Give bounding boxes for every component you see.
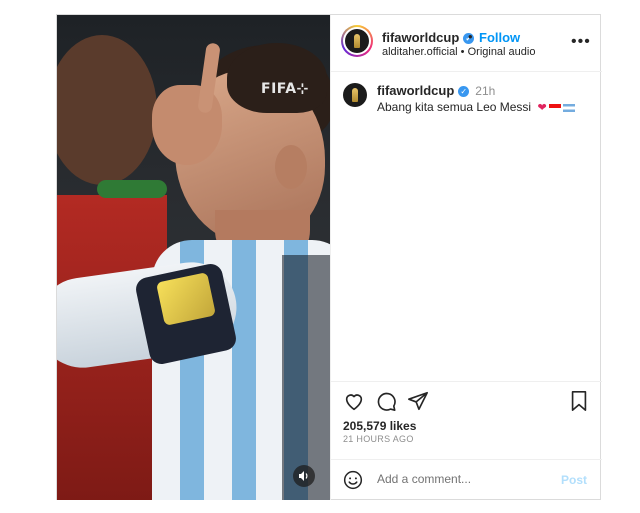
post-container: FIFA⊹ fifaworldcup ✓ • Follow alditaher.o… — [56, 14, 602, 500]
emoji-button[interactable] — [343, 470, 363, 490]
heart-emoji-icon: ❤ — [537, 102, 547, 114]
paper-plane-icon — [408, 391, 428, 411]
caption-time: 21h — [475, 84, 496, 98]
share-button[interactable] — [407, 390, 429, 412]
caption-avatar[interactable] — [343, 83, 367, 107]
background-player — [57, 35, 157, 185]
audio-owner[interactable]: alditaher.official — [382, 46, 458, 58]
post-video[interactable]: FIFA⊹ — [57, 15, 330, 500]
argentina-flag-icon — [562, 103, 575, 112]
actions-divider — [331, 381, 602, 382]
audio-separator: • — [457, 46, 468, 58]
like-count[interactable]: 205,579 likes — [343, 419, 416, 433]
player-ear — [275, 145, 307, 189]
follow-button[interactable]: Follow — [479, 30, 520, 45]
player-hair-top — [227, 43, 327, 113]
comment-button[interactable] — [375, 390, 397, 412]
comment-bar: Post — [331, 459, 602, 501]
more-options-button[interactable]: ••• — [571, 33, 591, 51]
post-comment-button[interactable]: Post — [561, 473, 587, 487]
fifa-watermark: FIFA⊹ — [261, 81, 309, 97]
avatar-border — [343, 27, 371, 55]
trophy-icon — [345, 29, 369, 53]
jersey-shadow — [282, 255, 330, 500]
post-header: fifaworldcup ✓ • Follow alditaher.officia… — [331, 15, 602, 72]
verified-icon: ✓ — [458, 86, 470, 98]
audio-label[interactable]: Original audio — [468, 46, 536, 58]
caption-text-row: Abang kita semua Leo Messi ❤ — [377, 100, 575, 114]
caption-username[interactable]: fifaworldcup — [377, 83, 454, 98]
caption-header: fifaworldcup ✓ 21h — [377, 83, 495, 98]
like-button[interactable] — [343, 390, 365, 412]
comment-input[interactable] — [375, 471, 549, 487]
speaker-icon[interactable] — [293, 465, 315, 487]
indonesia-flag-icon — [548, 103, 561, 112]
smiley-icon — [343, 470, 363, 490]
header-username-row[interactable]: fifaworldcup ✓ — [382, 30, 475, 45]
trophy-icon — [352, 88, 358, 102]
caption-text: Abang kita semua Leo Messi — [377, 100, 532, 114]
bookmark-icon — [571, 391, 587, 411]
action-bar — [331, 387, 602, 417]
post-timestamp: 21 HOURS AGO — [343, 434, 414, 444]
audio-info: alditaher.official • Original audio — [382, 46, 535, 58]
post-side-panel: fifaworldcup ✓ • Follow alditaher.officia… — [330, 15, 602, 500]
save-button[interactable] — [569, 390, 591, 412]
avatar[interactable] — [341, 25, 373, 57]
comment-icon — [377, 392, 396, 411]
heart-icon — [345, 394, 363, 411]
background-collar — [97, 180, 167, 198]
header-username[interactable]: fifaworldcup — [382, 30, 459, 45]
header-separator: • — [468, 29, 473, 44]
